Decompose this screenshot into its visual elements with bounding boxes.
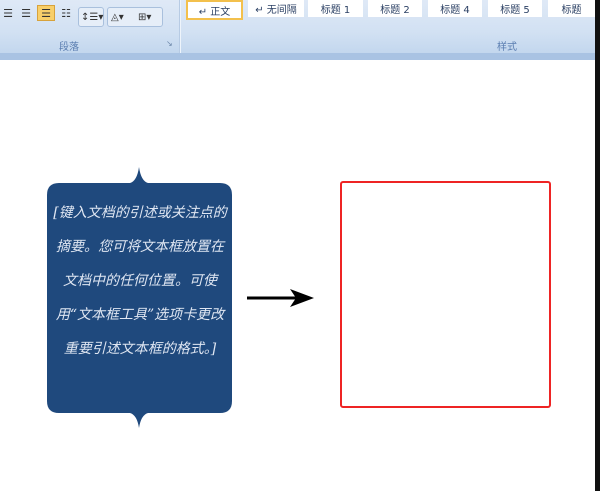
window-edge — [595, 0, 600, 491]
callout-text[interactable]: [键入文档的引述或关注点的摘要。您可将文本框放置在文档中的任何位置。可使用“文本… — [50, 196, 230, 366]
red-bordered-box[interactable] — [340, 181, 551, 408]
